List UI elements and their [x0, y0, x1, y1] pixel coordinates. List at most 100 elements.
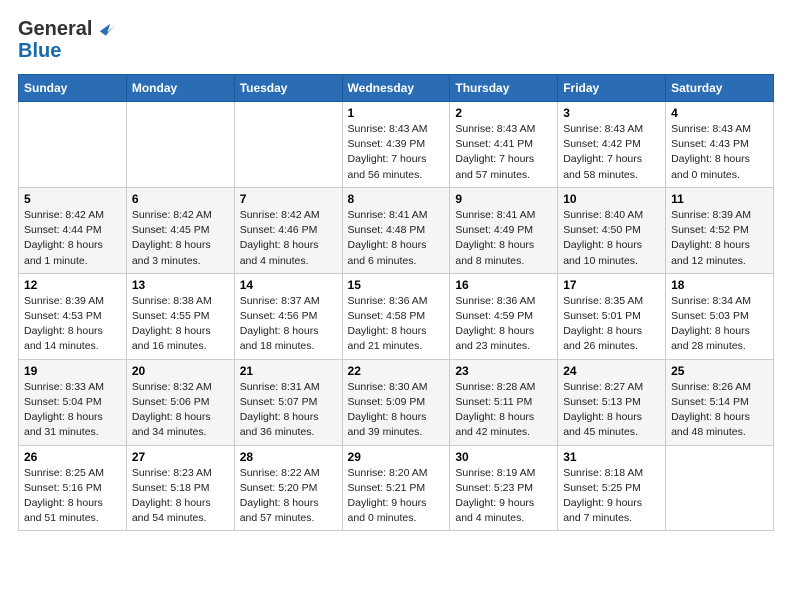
calendar-day-cell: 26 Sunrise: 8:25 AM Sunset: 5:16 PM Dayli… [19, 445, 127, 531]
calendar-week-row: 19Sunrise: 8:33 AM Sunset: 5:04 PM Dayli… [19, 359, 774, 445]
day-number: 25 [671, 364, 768, 378]
weekday-header-sunday: Sunday [19, 75, 127, 102]
day-number: 7 [240, 192, 337, 206]
calendar-day-cell: 9Sunrise: 8:41 AM Sunset: 4:49 PM Daylig… [450, 187, 558, 273]
day-info: Sunrise: 8:35 AM Sunset: 5:01 PM Dayligh… [563, 294, 660, 355]
day-number: 22 [348, 364, 445, 378]
weekday-header-tuesday: Tuesday [234, 75, 342, 102]
day-info: Sunrise: 8:43 AM Sunset: 4:41 PM Dayligh… [455, 122, 552, 183]
calendar-day-cell: 12Sunrise: 8:39 AM Sunset: 4:53 PM Dayli… [19, 273, 127, 359]
day-number: 11 [671, 192, 768, 206]
day-number: 2 [455, 106, 552, 120]
day-number: 16 [455, 278, 552, 292]
day-number: 20 [132, 364, 229, 378]
calendar-day-cell: 27 Sunrise: 8:23 AM Sunset: 5:18 PM Dayli… [126, 445, 234, 531]
day-number: 10 [563, 192, 660, 206]
day-info: Sunrise: 8:31 AM Sunset: 5:07 PM Dayligh… [240, 380, 337, 441]
calendar-day-cell [19, 102, 127, 188]
calendar-day-cell: 19Sunrise: 8:33 AM Sunset: 5:04 PM Dayli… [19, 359, 127, 445]
day-info: Sunrise: 8:38 AM Sunset: 4:55 PM Dayligh… [132, 294, 229, 355]
day-number: 30 [455, 450, 552, 464]
weekday-header-thursday: Thursday [450, 75, 558, 102]
day-number: 14 [240, 278, 337, 292]
day-info: Sunrise: 8:30 AM Sunset: 5:09 PM Dayligh… [348, 380, 445, 441]
day-info: Sunrise: 8:41 AM Sunset: 4:48 PM Dayligh… [348, 208, 445, 269]
weekday-header-monday: Monday [126, 75, 234, 102]
day-info: Sunrise: 8:19 AM Sunset: 5:23 PM Dayligh… [455, 466, 552, 527]
logo-general: General [18, 18, 92, 40]
calendar-week-row: 26 Sunrise: 8:25 AM Sunset: 5:16 PM Dayli… [19, 445, 774, 531]
day-info: Sunrise: 8:43 AM Sunset: 4:43 PM Dayligh… [671, 122, 768, 183]
calendar-day-cell: 15Sunrise: 8:36 AM Sunset: 4:58 PM Dayli… [342, 273, 450, 359]
calendar-day-cell: 16 Sunrise: 8:36 AM Sunset: 4:59 PM Dayli… [450, 273, 558, 359]
day-info: Sunrise: 8:20 AM Sunset: 5:21 PM Dayligh… [348, 466, 445, 527]
day-info: Sunrise: 8:32 AM Sunset: 5:06 PM Dayligh… [132, 380, 229, 441]
calendar-day-cell: 31Sunrise: 8:18 AM Sunset: 5:25 PM Dayli… [558, 445, 666, 531]
calendar-day-cell: 17 Sunrise: 8:35 AM Sunset: 5:01 PM Dayli… [558, 273, 666, 359]
day-info: Sunrise: 8:39 AM Sunset: 4:53 PM Dayligh… [24, 294, 121, 355]
day-info: Sunrise: 8:37 AM Sunset: 4:56 PM Dayligh… [240, 294, 337, 355]
calendar-header-row: SundayMondayTuesdayWednesdayThursdayFrid… [19, 75, 774, 102]
calendar-week-row: 5 Sunrise: 8:42 AM Sunset: 4:44 PM Daylig… [19, 187, 774, 273]
day-info: Sunrise: 8:42 AM Sunset: 4:46 PM Dayligh… [240, 208, 337, 269]
calendar-day-cell: 30 Sunrise: 8:19 AM Sunset: 5:23 PM Dayli… [450, 445, 558, 531]
calendar-day-cell: 14 Sunrise: 8:37 AM Sunset: 4:56 PM Dayli… [234, 273, 342, 359]
calendar-week-row: 12Sunrise: 8:39 AM Sunset: 4:53 PM Dayli… [19, 273, 774, 359]
calendar-day-cell: 29 Sunrise: 8:20 AM Sunset: 5:21 PM Dayli… [342, 445, 450, 531]
calendar-day-cell: 8 Sunrise: 8:41 AM Sunset: 4:48 PM Daylig… [342, 187, 450, 273]
header: General Blue [18, 18, 774, 62]
calendar-week-row: 1Sunrise: 8:43 AM Sunset: 4:39 PM Daylig… [19, 102, 774, 188]
calendar-day-cell: 1Sunrise: 8:43 AM Sunset: 4:39 PM Daylig… [342, 102, 450, 188]
calendar-day-cell: 10 Sunrise: 8:40 AM Sunset: 4:50 PM Dayli… [558, 187, 666, 273]
day-number: 9 [455, 192, 552, 206]
day-info: Sunrise: 8:42 AM Sunset: 4:44 PM Dayligh… [24, 208, 121, 269]
day-info: Sunrise: 8:27 AM Sunset: 5:13 PM Dayligh… [563, 380, 660, 441]
day-number: 8 [348, 192, 445, 206]
weekday-header-saturday: Saturday [666, 75, 774, 102]
calendar-day-cell [234, 102, 342, 188]
day-info: Sunrise: 8:40 AM Sunset: 4:50 PM Dayligh… [563, 208, 660, 269]
calendar-day-cell: 25 Sunrise: 8:26 AM Sunset: 5:14 PM Dayli… [666, 359, 774, 445]
calendar-day-cell: 6Sunrise: 8:42 AM Sunset: 4:45 PM Daylig… [126, 187, 234, 273]
day-number: 4 [671, 106, 768, 120]
calendar-table: SundayMondayTuesdayWednesdayThursdayFrid… [18, 74, 774, 531]
day-number: 3 [563, 106, 660, 120]
day-number: 13 [132, 278, 229, 292]
day-number: 24 [563, 364, 660, 378]
calendar-day-cell: 22 Sunrise: 8:30 AM Sunset: 5:09 PM Dayli… [342, 359, 450, 445]
calendar-day-cell: 4 Sunrise: 8:43 AM Sunset: 4:43 PM Daylig… [666, 102, 774, 188]
logo-bird-icon [94, 18, 116, 40]
weekday-header-friday: Friday [558, 75, 666, 102]
calendar-day-cell: 5 Sunrise: 8:42 AM Sunset: 4:44 PM Daylig… [19, 187, 127, 273]
calendar-day-cell: 20 Sunrise: 8:32 AM Sunset: 5:06 PM Dayli… [126, 359, 234, 445]
calendar-day-cell: 23Sunrise: 8:28 AM Sunset: 5:11 PM Dayli… [450, 359, 558, 445]
day-info: Sunrise: 8:18 AM Sunset: 5:25 PM Dayligh… [563, 466, 660, 527]
day-number: 27 [132, 450, 229, 464]
day-number: 19 [24, 364, 121, 378]
calendar-day-cell: 18Sunrise: 8:34 AM Sunset: 5:03 PM Dayli… [666, 273, 774, 359]
day-number: 5 [24, 192, 121, 206]
day-info: Sunrise: 8:25 AM Sunset: 5:16 PM Dayligh… [24, 466, 121, 527]
day-info: Sunrise: 8:36 AM Sunset: 4:59 PM Dayligh… [455, 294, 552, 355]
calendar-day-cell: 13 Sunrise: 8:38 AM Sunset: 4:55 PM Dayli… [126, 273, 234, 359]
day-number: 26 [24, 450, 121, 464]
day-number: 28 [240, 450, 337, 464]
day-number: 17 [563, 278, 660, 292]
day-info: Sunrise: 8:36 AM Sunset: 4:58 PM Dayligh… [348, 294, 445, 355]
logo: General Blue [18, 18, 116, 62]
day-info: Sunrise: 8:39 AM Sunset: 4:52 PM Dayligh… [671, 208, 768, 269]
calendar-day-cell [666, 445, 774, 531]
day-info: Sunrise: 8:23 AM Sunset: 5:18 PM Dayligh… [132, 466, 229, 527]
calendar-day-cell: 21 Sunrise: 8:31 AM Sunset: 5:07 PM Dayli… [234, 359, 342, 445]
day-number: 21 [240, 364, 337, 378]
calendar-day-cell [126, 102, 234, 188]
day-number: 18 [671, 278, 768, 292]
day-info: Sunrise: 8:43 AM Sunset: 4:42 PM Dayligh… [563, 122, 660, 183]
day-number: 6 [132, 192, 229, 206]
calendar-day-cell: 24 Sunrise: 8:27 AM Sunset: 5:13 PM Dayli… [558, 359, 666, 445]
day-number: 29 [348, 450, 445, 464]
day-info: Sunrise: 8:28 AM Sunset: 5:11 PM Dayligh… [455, 380, 552, 441]
calendar-day-cell: 3 Sunrise: 8:43 AM Sunset: 4:42 PM Daylig… [558, 102, 666, 188]
calendar-day-cell: 11 Sunrise: 8:39 AM Sunset: 4:52 PM Dayli… [666, 187, 774, 273]
day-info: Sunrise: 8:26 AM Sunset: 5:14 PM Dayligh… [671, 380, 768, 441]
